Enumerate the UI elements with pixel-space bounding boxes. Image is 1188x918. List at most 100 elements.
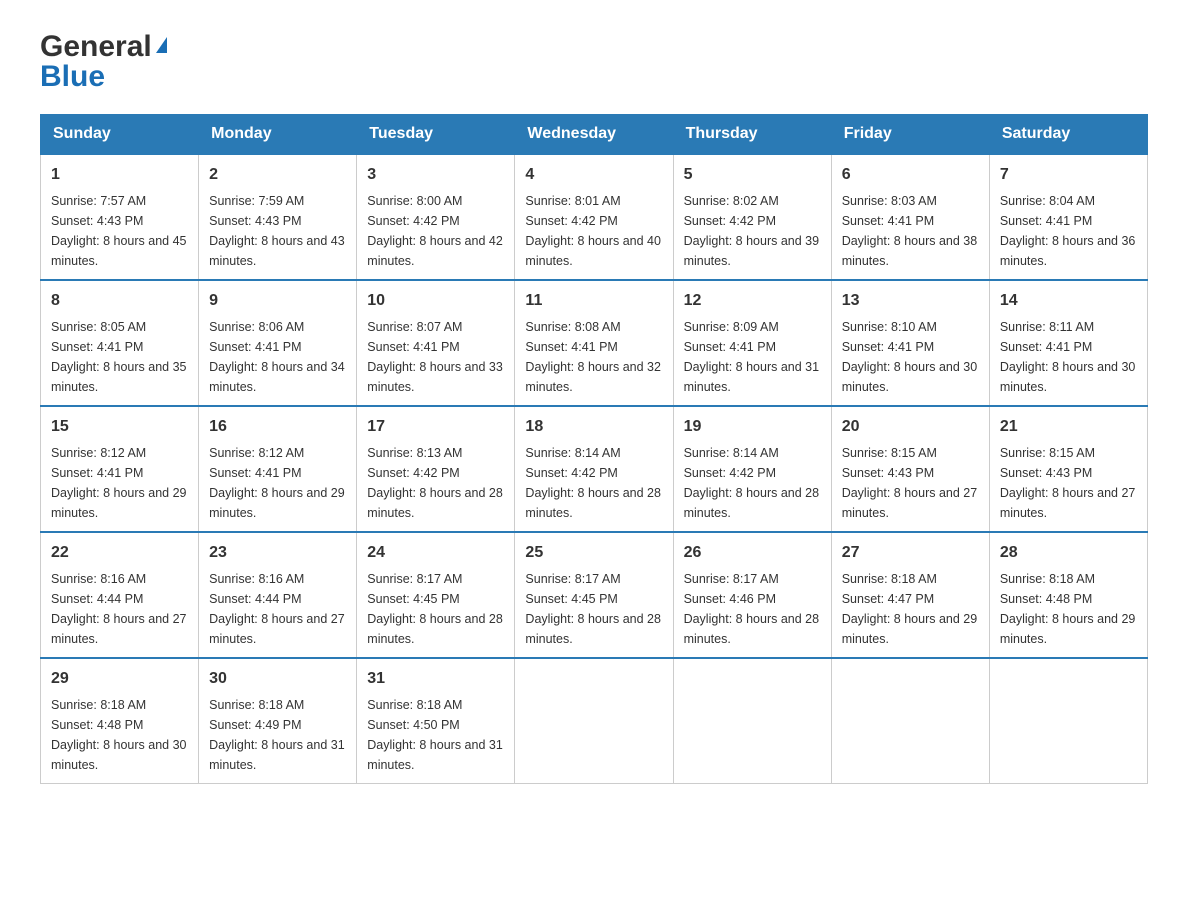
calendar-cell: 23 Sunrise: 8:16 AMSunset: 4:44 PMDaylig…	[199, 532, 357, 658]
day-number: 27	[842, 541, 979, 565]
calendar-cell	[831, 658, 989, 784]
calendar-cell: 1 Sunrise: 7:57 AMSunset: 4:43 PMDayligh…	[41, 154, 199, 280]
day-info: Sunrise: 8:14 AMSunset: 4:42 PMDaylight:…	[525, 446, 661, 520]
day-number: 21	[1000, 415, 1137, 439]
day-info: Sunrise: 8:18 AMSunset: 4:50 PMDaylight:…	[367, 698, 503, 772]
day-info: Sunrise: 8:10 AMSunset: 4:41 PMDaylight:…	[842, 320, 978, 394]
day-number: 25	[525, 541, 662, 565]
day-number: 6	[842, 163, 979, 187]
calendar-cell: 2 Sunrise: 7:59 AMSunset: 4:43 PMDayligh…	[199, 154, 357, 280]
logo-general-text: General	[40, 30, 152, 64]
calendar-cell: 12 Sunrise: 8:09 AMSunset: 4:41 PMDaylig…	[673, 280, 831, 406]
week-row-3: 15 Sunrise: 8:12 AMSunset: 4:41 PMDaylig…	[41, 406, 1148, 532]
day-number: 1	[51, 163, 188, 187]
day-number: 4	[525, 163, 662, 187]
day-number: 16	[209, 415, 346, 439]
day-number: 13	[842, 289, 979, 313]
day-header-tuesday: Tuesday	[357, 115, 515, 155]
day-number: 14	[1000, 289, 1137, 313]
calendar-table: SundayMondayTuesdayWednesdayThursdayFrid…	[40, 114, 1148, 784]
calendar-cell: 20 Sunrise: 8:15 AMSunset: 4:43 PMDaylig…	[831, 406, 989, 532]
day-number: 17	[367, 415, 504, 439]
calendar-cell: 31 Sunrise: 8:18 AMSunset: 4:50 PMDaylig…	[357, 658, 515, 784]
day-info: Sunrise: 8:02 AMSunset: 4:42 PMDaylight:…	[684, 194, 820, 268]
day-info: Sunrise: 8:18 AMSunset: 4:48 PMDaylight:…	[51, 698, 187, 772]
calendar-cell: 22 Sunrise: 8:16 AMSunset: 4:44 PMDaylig…	[41, 532, 199, 658]
day-number: 20	[842, 415, 979, 439]
day-number: 8	[51, 289, 188, 313]
day-info: Sunrise: 8:07 AMSunset: 4:41 PMDaylight:…	[367, 320, 503, 394]
calendar-cell: 21 Sunrise: 8:15 AMSunset: 4:43 PMDaylig…	[989, 406, 1147, 532]
day-header-thursday: Thursday	[673, 115, 831, 155]
calendar-cell: 17 Sunrise: 8:13 AMSunset: 4:42 PMDaylig…	[357, 406, 515, 532]
day-number: 31	[367, 667, 504, 691]
calendar-cell: 29 Sunrise: 8:18 AMSunset: 4:48 PMDaylig…	[41, 658, 199, 784]
calendar-cell: 5 Sunrise: 8:02 AMSunset: 4:42 PMDayligh…	[673, 154, 831, 280]
day-info: Sunrise: 8:09 AMSunset: 4:41 PMDaylight:…	[684, 320, 820, 394]
calendar-cell: 9 Sunrise: 8:06 AMSunset: 4:41 PMDayligh…	[199, 280, 357, 406]
day-number: 24	[367, 541, 504, 565]
calendar-cell: 11 Sunrise: 8:08 AMSunset: 4:41 PMDaylig…	[515, 280, 673, 406]
day-number: 2	[209, 163, 346, 187]
day-info: Sunrise: 8:18 AMSunset: 4:48 PMDaylight:…	[1000, 572, 1136, 646]
calendar-cell: 27 Sunrise: 8:18 AMSunset: 4:47 PMDaylig…	[831, 532, 989, 658]
day-info: Sunrise: 8:01 AMSunset: 4:42 PMDaylight:…	[525, 194, 661, 268]
week-row-5: 29 Sunrise: 8:18 AMSunset: 4:48 PMDaylig…	[41, 658, 1148, 784]
day-info: Sunrise: 8:03 AMSunset: 4:41 PMDaylight:…	[842, 194, 978, 268]
calendar-cell	[515, 658, 673, 784]
day-number: 23	[209, 541, 346, 565]
logo-triangle-icon	[156, 37, 167, 53]
calendar-cell: 10 Sunrise: 8:07 AMSunset: 4:41 PMDaylig…	[357, 280, 515, 406]
day-header-friday: Friday	[831, 115, 989, 155]
calendar-cell: 8 Sunrise: 8:05 AMSunset: 4:41 PMDayligh…	[41, 280, 199, 406]
day-info: Sunrise: 8:14 AMSunset: 4:42 PMDaylight:…	[684, 446, 820, 520]
calendar-cell: 25 Sunrise: 8:17 AMSunset: 4:45 PMDaylig…	[515, 532, 673, 658]
day-header-saturday: Saturday	[989, 115, 1147, 155]
day-info: Sunrise: 8:15 AMSunset: 4:43 PMDaylight:…	[1000, 446, 1136, 520]
day-info: Sunrise: 8:13 AMSunset: 4:42 PMDaylight:…	[367, 446, 503, 520]
day-number: 5	[684, 163, 821, 187]
calendar-cell: 28 Sunrise: 8:18 AMSunset: 4:48 PMDaylig…	[989, 532, 1147, 658]
day-number: 12	[684, 289, 821, 313]
logo: General Blue	[40, 30, 167, 94]
day-header-sunday: Sunday	[41, 115, 199, 155]
day-number: 10	[367, 289, 504, 313]
page-header: General Blue	[40, 30, 1148, 94]
calendar-cell: 7 Sunrise: 8:04 AMSunset: 4:41 PMDayligh…	[989, 154, 1147, 280]
calendar-cell: 3 Sunrise: 8:00 AMSunset: 4:42 PMDayligh…	[357, 154, 515, 280]
week-row-1: 1 Sunrise: 7:57 AMSunset: 4:43 PMDayligh…	[41, 154, 1148, 280]
day-info: Sunrise: 8:16 AMSunset: 4:44 PMDaylight:…	[51, 572, 187, 646]
calendar-cell: 14 Sunrise: 8:11 AMSunset: 4:41 PMDaylig…	[989, 280, 1147, 406]
calendar-cell: 26 Sunrise: 8:17 AMSunset: 4:46 PMDaylig…	[673, 532, 831, 658]
day-info: Sunrise: 7:59 AMSunset: 4:43 PMDaylight:…	[209, 194, 345, 268]
calendar-cell	[989, 658, 1147, 784]
day-info: Sunrise: 8:05 AMSunset: 4:41 PMDaylight:…	[51, 320, 187, 394]
day-info: Sunrise: 8:16 AMSunset: 4:44 PMDaylight:…	[209, 572, 345, 646]
day-number: 15	[51, 415, 188, 439]
day-info: Sunrise: 8:17 AMSunset: 4:45 PMDaylight:…	[367, 572, 503, 646]
day-info: Sunrise: 8:18 AMSunset: 4:47 PMDaylight:…	[842, 572, 978, 646]
day-number: 7	[1000, 163, 1137, 187]
day-info: Sunrise: 8:06 AMSunset: 4:41 PMDaylight:…	[209, 320, 345, 394]
day-number: 18	[525, 415, 662, 439]
day-info: Sunrise: 8:12 AMSunset: 4:41 PMDaylight:…	[209, 446, 345, 520]
day-number: 30	[209, 667, 346, 691]
calendar-cell: 6 Sunrise: 8:03 AMSunset: 4:41 PMDayligh…	[831, 154, 989, 280]
calendar-header-row: SundayMondayTuesdayWednesdayThursdayFrid…	[41, 115, 1148, 155]
calendar-cell: 24 Sunrise: 8:17 AMSunset: 4:45 PMDaylig…	[357, 532, 515, 658]
calendar-cell: 15 Sunrise: 8:12 AMSunset: 4:41 PMDaylig…	[41, 406, 199, 532]
calendar-cell: 30 Sunrise: 8:18 AMSunset: 4:49 PMDaylig…	[199, 658, 357, 784]
day-number: 11	[525, 289, 662, 313]
logo-blue-text: Blue	[40, 60, 105, 94]
day-number: 26	[684, 541, 821, 565]
day-info: Sunrise: 8:17 AMSunset: 4:45 PMDaylight:…	[525, 572, 661, 646]
day-info: Sunrise: 8:11 AMSunset: 4:41 PMDaylight:…	[1000, 320, 1136, 394]
calendar-cell: 18 Sunrise: 8:14 AMSunset: 4:42 PMDaylig…	[515, 406, 673, 532]
day-number: 22	[51, 541, 188, 565]
calendar-cell: 16 Sunrise: 8:12 AMSunset: 4:41 PMDaylig…	[199, 406, 357, 532]
day-number: 29	[51, 667, 188, 691]
day-info: Sunrise: 8:04 AMSunset: 4:41 PMDaylight:…	[1000, 194, 1136, 268]
day-header-monday: Monday	[199, 115, 357, 155]
week-row-4: 22 Sunrise: 8:16 AMSunset: 4:44 PMDaylig…	[41, 532, 1148, 658]
day-info: Sunrise: 8:18 AMSunset: 4:49 PMDaylight:…	[209, 698, 345, 772]
